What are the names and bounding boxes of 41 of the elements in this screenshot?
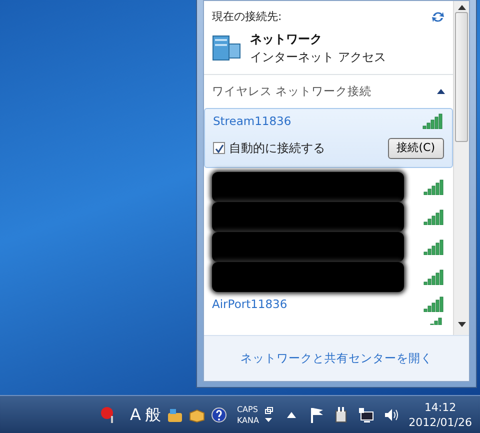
signal-icon (422, 113, 444, 130)
pin-icon[interactable] (100, 406, 116, 424)
clock-time: 14:12 (423, 400, 458, 414)
kana-indicator: KANA (236, 414, 259, 426)
signal-icon (430, 316, 444, 325)
signal-icon (423, 178, 445, 194)
network-name: AirPort11836 (212, 296, 288, 312)
connect-button[interactable]: 接続(C) (388, 138, 444, 158)
section-title: ワイヤレス ネットワーク接続 (212, 82, 372, 100)
windows-icon[interactable] (265, 407, 273, 414)
power-icon[interactable] (334, 406, 348, 422)
signal-icon (423, 238, 445, 254)
network-item[interactable]: Stream11836 自動的に接続する 接続(C) (204, 108, 453, 168)
scroll-up-icon[interactable] (458, 5, 466, 10)
box-icon[interactable] (188, 406, 205, 422)
collapse-icon[interactable] (437, 88, 445, 94)
network-name: ネットワーク (250, 30, 323, 48)
refresh-icon[interactable] (431, 11, 445, 24)
signal-icon (423, 296, 445, 312)
clock-date: 2012/01/26 (408, 414, 472, 430)
flag-icon[interactable] (310, 406, 324, 422)
help-icon[interactable] (210, 406, 227, 422)
scrollbar-thumb[interactable] (455, 12, 468, 142)
toolbox-icon[interactable] (166, 406, 183, 422)
speaker-icon[interactable] (384, 406, 400, 422)
network-name: Stream11836 (213, 112, 292, 130)
network-icon (212, 34, 242, 62)
signal-icon (423, 268, 445, 284)
ime-indicator[interactable]: 般 (144, 402, 161, 426)
network-item[interactable]: AirPort11836 (204, 292, 453, 317)
network-icon[interactable] (358, 406, 374, 422)
scroll-down-icon[interactable] (458, 322, 466, 327)
dropdown-icon[interactable] (265, 418, 272, 422)
show-hidden-icon[interactable] (287, 412, 296, 418)
checkbox[interactable] (213, 142, 225, 154)
signal-icon (423, 208, 445, 224)
access-status: インターネット アクセス (250, 48, 386, 66)
heading: 現在の接続先: (212, 9, 282, 25)
caps-indicator: CAPS (236, 404, 259, 414)
ime-indicator[interactable]: A (130, 402, 141, 426)
checkbox-label: 自動的に接続する (229, 140, 325, 158)
